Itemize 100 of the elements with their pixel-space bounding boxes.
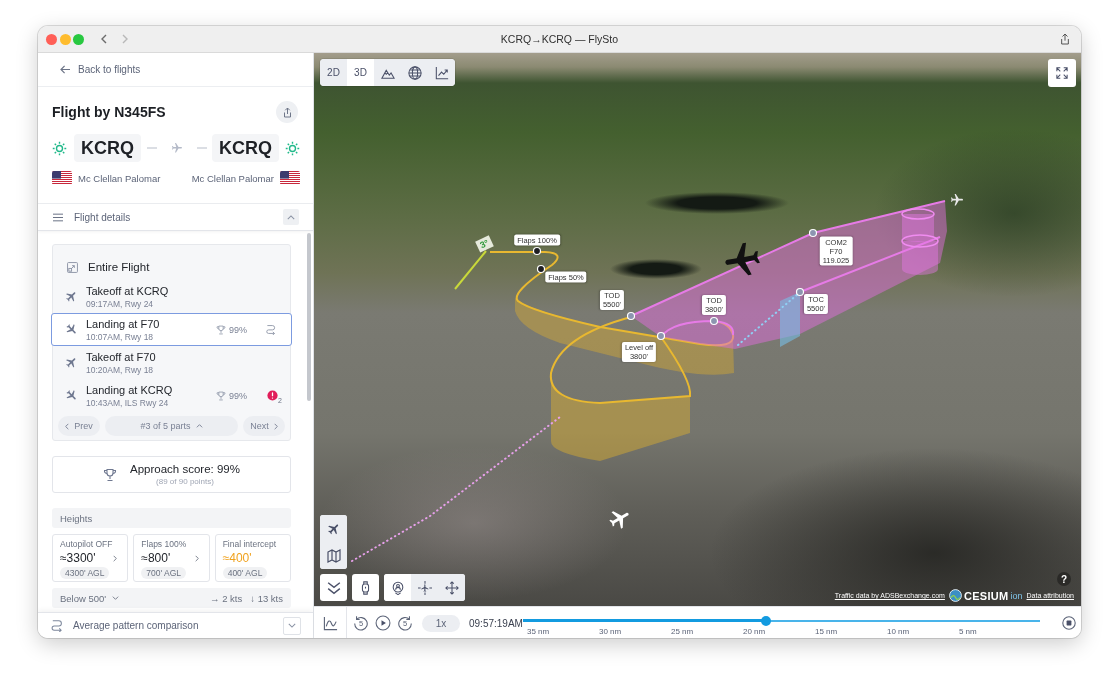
score-points: (89 of 90 points): [156, 476, 214, 487]
dotted-track-line: [737, 293, 799, 346]
forward-icon: [397, 615, 413, 631]
close-window-button[interactable]: [46, 33, 57, 45]
airplane-icon: [65, 290, 78, 303]
part-title: Takeoff at KCRQ: [86, 283, 169, 298]
part-time: 09:17AM, Rwy 24: [86, 297, 155, 310]
heights-header: Heights: [52, 508, 291, 528]
flag-icon: [280, 171, 300, 185]
speed-button[interactable]: 1x: [422, 614, 460, 632]
rewind-icon: [353, 615, 369, 631]
distance-tick-label: 25 nm: [670, 626, 695, 637]
section-title: Below 500': [60, 592, 107, 604]
height-value: ≈800': [141, 551, 171, 565]
airport-code: KCRQ: [74, 134, 141, 162]
airplane-icon: [65, 323, 78, 336]
logo-icon: [948, 589, 962, 602]
climb-ribbon: [780, 292, 800, 347]
height-label: Autopilot OFF: [60, 539, 113, 550]
logo-wordmark: CESIUM: [963, 589, 1009, 602]
airplane-icon: [326, 521, 341, 536]
scrollbar-thumb[interactable]: [307, 233, 311, 401]
airplane-icon: [65, 389, 78, 402]
score-title: Approach score: 99%: [130, 462, 240, 476]
flight-part-item[interactable]: Takeoff at F70 10:20AM, Rwy 18: [51, 346, 292, 379]
glide-path-line: [454, 250, 487, 290]
part-time: 10:43AM, ILS Rwy 24: [86, 396, 170, 409]
flight-part-item[interactable]: Landing at F70 10:07AM, Rwy 18 99%: [51, 313, 292, 346]
glideslope-label: 3°: [475, 235, 494, 253]
score-text: 99%: [229, 324, 247, 335]
chevron-up-icon: [287, 214, 295, 220]
comparison-label: Average pattern comparison: [73, 620, 200, 631]
chevron-right-icon: [273, 422, 278, 430]
loop-arrow-icon: [50, 619, 63, 632]
flight-title: Flight by N345FS: [52, 104, 166, 120]
window-title: KCRQ→KCRQ — FlySto: [500, 33, 619, 45]
height-value: ≈3300': [60, 551, 96, 565]
airliner-icon: [725, 242, 760, 276]
watch-button[interactable]: [352, 574, 379, 601]
small-plane-icon: [951, 194, 963, 206]
menu-icon: [53, 212, 63, 222]
sun-icon: [52, 140, 67, 156]
trophy-icon: [216, 324, 226, 335]
distance-tick-label: 35 nm: [526, 626, 551, 637]
agl-badge: 400' AGL: [222, 567, 268, 579]
crosshair-plane-icon: [417, 580, 432, 595]
wind-section-header[interactable]: Below 500' → 2 kts ↓ 13 kts: [52, 588, 291, 608]
play-button[interactable]: [375, 615, 391, 631]
stop-button[interactable]: [1062, 616, 1076, 630]
parts-selector-button[interactable]: #3 of 5 parts: [105, 416, 238, 436]
distance-tick-label: 30 nm: [598, 626, 623, 637]
share-icon[interactable]: [1060, 33, 1070, 45]
part-title: Takeoff at F70: [86, 349, 156, 364]
playback-time: 09:57:19AM: [469, 617, 523, 629]
part-title: Landing at KCRQ: [86, 382, 173, 397]
section-title: Flight details: [74, 211, 132, 223]
flight-part-item[interactable]: Takeoff at KCRQ 09:17AM, Rwy 24: [51, 280, 292, 313]
person-pin-icon: [390, 580, 405, 595]
height-card[interactable]: Flaps 100% ≈800' 700' AGL: [133, 534, 210, 582]
double-chevron-down-icon: [326, 580, 341, 595]
distance-tick-label: 20 nm: [742, 626, 767, 637]
flag-icon: [52, 171, 72, 185]
watch-icon: [361, 580, 370, 595]
folded-map-icon: [326, 548, 341, 563]
airplane-icon: [65, 356, 78, 369]
prev-button[interactable]: Prev: [58, 416, 100, 436]
timeline-thumb[interactable]: [760, 615, 771, 626]
stop-icon: [1062, 616, 1076, 630]
chevron-down-icon: [288, 623, 296, 628]
expand-icon: [67, 261, 78, 273]
height-label: Final intercept: [222, 539, 277, 550]
agl-badge: 4300' AGL: [60, 567, 110, 579]
chevron-left-icon: [65, 422, 70, 430]
back-link[interactable]: Back to flights: [60, 64, 141, 75]
part-time: 10:20AM, Rwy 18: [86, 363, 155, 376]
share-button[interactable]: [276, 101, 298, 123]
view-mode-tab[interactable]: 3D: [347, 59, 374, 86]
follow-pilot-button[interactable]: [384, 574, 411, 601]
move-arrows-icon: [444, 580, 459, 595]
help-button[interactable]: ?: [1057, 572, 1071, 586]
dashed-airplane-icon: [146, 142, 207, 154]
score-text: 99%: [229, 390, 247, 401]
height-card[interactable]: Autopilot OFF ≈3300' 4300' AGL: [52, 534, 129, 582]
alert-icon: [267, 390, 279, 401]
distance-tick-label: 15 nm: [814, 626, 839, 637]
trophy-icon: [103, 467, 117, 482]
entire-flight-item[interactable]: Entire Flight: [53, 254, 290, 280]
headwind-reading: ↓ 13 kts: [250, 592, 283, 604]
trophy-icon: [216, 390, 226, 401]
small-plane-icon: [609, 511, 629, 529]
airport-name: Mc Clellan Palomar: [191, 172, 274, 184]
part-title: Landing at F70: [86, 316, 160, 331]
collapse-controls-button[interactable]: [320, 574, 347, 601]
logo-suffix: ion: [1010, 590, 1023, 601]
back-chevron-icon[interactable]: [100, 34, 107, 44]
line-chart-icon: [434, 65, 449, 80]
height-value: ≈400': [222, 551, 252, 565]
distance-tick-label: 10 nm: [886, 626, 911, 637]
height-label: Flaps 100%: [141, 539, 187, 550]
fullscreen-button[interactable]: [1048, 59, 1076, 87]
